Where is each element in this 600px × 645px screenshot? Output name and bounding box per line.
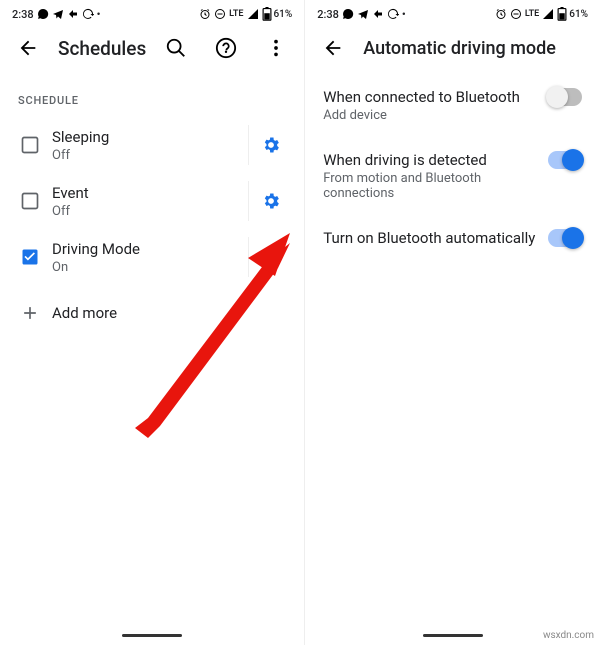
status-time: 2:38 xyxy=(12,8,34,21)
alarm-icon xyxy=(199,8,211,20)
settings-sleeping[interactable] xyxy=(248,125,292,165)
toggle-bt-auto[interactable] xyxy=(548,229,582,247)
status-bar: 2:38 • LTE 61% xyxy=(305,0,600,22)
battery-icon xyxy=(262,7,272,21)
help-button[interactable] xyxy=(206,28,246,68)
telegram-icon xyxy=(357,8,369,20)
row-title: Driving Mode xyxy=(52,240,248,258)
battery-text: 61% xyxy=(569,9,588,20)
settings-driving[interactable] xyxy=(248,237,292,277)
checkbox-event[interactable] xyxy=(12,191,48,211)
dot-icon: • xyxy=(97,8,101,21)
pref-sub: Add device xyxy=(323,108,536,123)
toggle-driving-detected[interactable] xyxy=(548,151,582,169)
schedule-row-event[interactable]: Event Off xyxy=(0,173,304,229)
row-title: Event xyxy=(52,184,248,202)
battery-text: 61% xyxy=(274,9,293,20)
arrow-icon xyxy=(67,8,79,20)
page-title: Automatic driving mode xyxy=(363,38,592,59)
pref-bluetooth-connect[interactable]: When connected to Bluetooth Add device xyxy=(305,74,600,137)
signal-icon xyxy=(542,8,554,20)
battery-icon xyxy=(557,7,567,21)
nav-hint[interactable] xyxy=(122,634,182,637)
pref-title: When connected to Bluetooth xyxy=(323,88,536,106)
add-more-label: Add more xyxy=(52,304,292,322)
screen-schedules: 2:38 • LTE 61% Schedules SCHEDULE Sleepi… xyxy=(0,0,305,645)
whatsapp-icon xyxy=(342,8,354,20)
whatsapp-icon xyxy=(37,8,49,20)
app-bar: Schedules xyxy=(0,22,304,74)
dnd-icon xyxy=(214,8,226,20)
status-time: 2:38 xyxy=(317,8,339,21)
sync-icon xyxy=(82,8,94,20)
pref-title: When driving is detected xyxy=(323,151,536,169)
back-button[interactable] xyxy=(8,28,48,68)
dot-icon: • xyxy=(402,8,406,21)
pref-bt-auto[interactable]: Turn on Bluetooth automatically xyxy=(305,215,600,261)
overflow-button[interactable] xyxy=(256,28,296,68)
nav-hint[interactable] xyxy=(423,634,483,637)
telegram-icon xyxy=(52,8,64,20)
watermark: wsxdn.com xyxy=(543,630,594,641)
add-more-row[interactable]: Add more xyxy=(0,285,304,341)
screen-driving-mode: 2:38 • LTE 61% Automatic driving mode Wh… xyxy=(305,0,600,645)
schedule-row-sleeping[interactable]: Sleeping Off xyxy=(0,117,304,173)
sync-icon xyxy=(387,8,399,20)
pref-title: Turn on Bluetooth automatically xyxy=(323,229,536,247)
network-type: LTE xyxy=(525,9,539,19)
back-button[interactable] xyxy=(313,28,353,68)
checkbox-driving[interactable] xyxy=(12,247,48,267)
page-title: Schedules xyxy=(58,37,146,60)
checkbox-sleeping[interactable] xyxy=(12,135,48,155)
dnd-icon xyxy=(510,8,522,20)
row-title: Sleeping xyxy=(52,128,248,146)
row-sub: Off xyxy=(52,148,248,163)
search-button[interactable] xyxy=(156,28,196,68)
row-sub: Off xyxy=(52,204,248,219)
settings-event[interactable] xyxy=(248,181,292,221)
pref-sub: From motion and Bluetooth connections xyxy=(323,171,536,201)
arrow-icon xyxy=(372,8,384,20)
network-type: LTE xyxy=(229,9,243,19)
status-bar: 2:38 • LTE 61% xyxy=(0,0,304,22)
app-bar: Automatic driving mode xyxy=(305,22,600,74)
signal-icon xyxy=(247,8,259,20)
section-label: SCHEDULE xyxy=(0,74,304,117)
pref-driving-detected[interactable]: When driving is detected From motion and… xyxy=(305,137,600,215)
plus-icon xyxy=(12,303,48,323)
schedule-row-driving[interactable]: Driving Mode On xyxy=(0,229,304,285)
toggle-bluetooth-connect[interactable] xyxy=(548,88,582,106)
row-sub: On xyxy=(52,260,248,275)
alarm-icon xyxy=(495,8,507,20)
